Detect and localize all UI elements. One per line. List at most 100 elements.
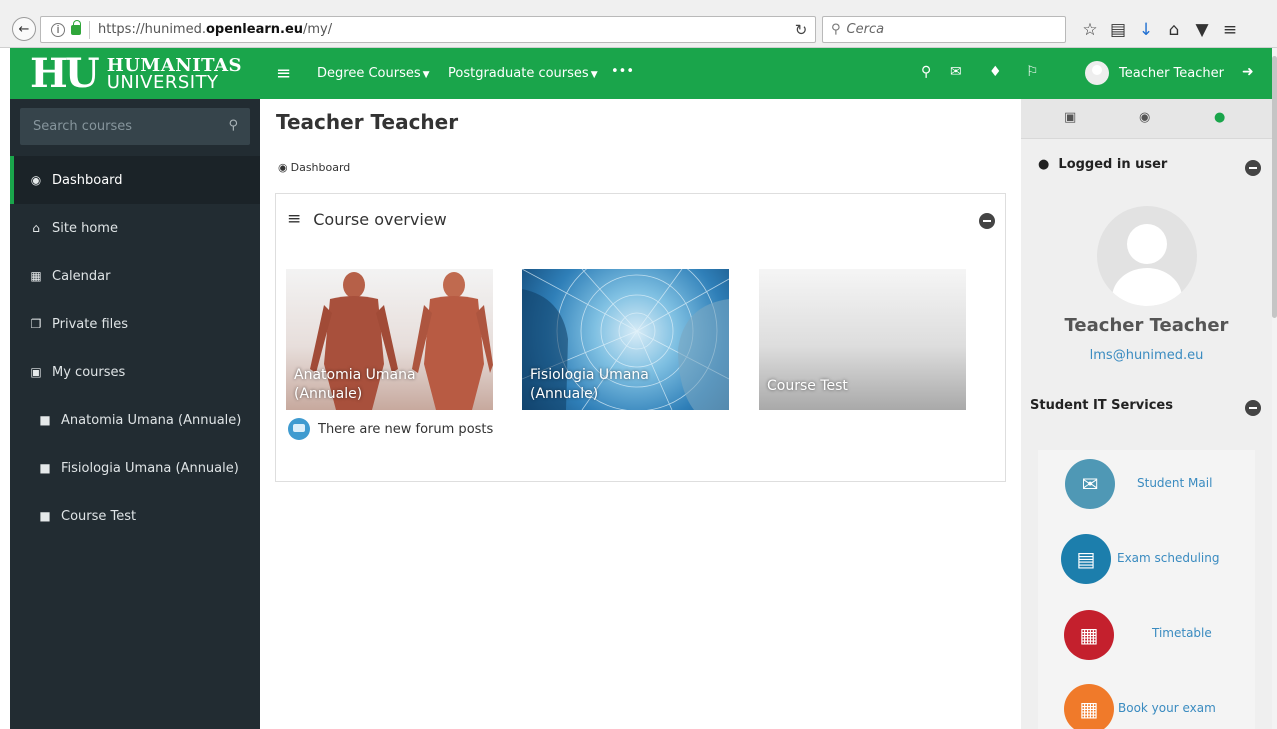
- browser-icons: ☆ ▤ ↓ ⌂ ▼ ≡: [1076, 16, 1244, 43]
- collapse-block-icon[interactable]: [1245, 400, 1261, 416]
- nav-postgraduate-label: Postgraduate courses: [448, 66, 589, 81]
- logo-text: HUMANITAS UNIVERSITY: [106, 57, 242, 93]
- collapse-block-icon[interactable]: [1245, 160, 1261, 176]
- mail-icon[interactable]: ✉: [950, 64, 962, 80]
- course-card-course-test[interactable]: Course Test: [759, 269, 966, 410]
- avatar-head: [1127, 224, 1167, 264]
- book-your-exam-link[interactable]: Book your exam: [1118, 701, 1216, 715]
- back-arrow-icon: ←: [18, 21, 30, 37]
- flag-icon[interactable]: ⚐: [1026, 64, 1039, 80]
- nav-degree-courses-label: Degree Courses: [317, 66, 421, 81]
- sidebar-item-label: Dashboard: [52, 172, 123, 188]
- avatar-body: [1112, 268, 1182, 306]
- caret-down-icon: ▼: [422, 70, 430, 80]
- exam-scheduling-link[interactable]: Exam scheduling: [1117, 551, 1220, 565]
- url-domain: openlearn.eu: [205, 22, 304, 37]
- page-scrollbar[interactable]: [1272, 48, 1277, 729]
- course-card-label: Fisiologia Umana (Annuale): [530, 366, 649, 404]
- right-block-region: ▣ ◉ ● ● Logged in user Teacher Teacher l…: [1021, 99, 1272, 729]
- back-button[interactable]: ←: [12, 17, 36, 41]
- sidebar-item-label: My courses: [52, 364, 126, 380]
- sidebar-item-anatomia[interactable]: ■ Anatomia Umana (Annuale): [10, 396, 260, 444]
- student-mail-link[interactable]: Student Mail: [1137, 476, 1212, 490]
- book-icon[interactable]: ▣: [1064, 110, 1076, 125]
- files-icon: ❐: [30, 317, 42, 331]
- document-icon[interactable]: ▤: [1061, 534, 1111, 584]
- sidebar-item-label: Anatomia Umana (Annuale): [61, 412, 242, 428]
- reload-icon: ↻: [794, 20, 808, 39]
- collapse-block-icon[interactable]: [979, 213, 995, 229]
- sidebar-item-course-test[interactable]: ■ Course Test: [10, 492, 260, 540]
- course-overview-title: Course overview: [313, 209, 447, 229]
- sidebar-item-fisiologia[interactable]: ■ Fisiologia Umana (Annuale): [10, 444, 260, 492]
- sidebar-item-private-files[interactable]: ❐ Private files: [10, 300, 260, 348]
- menu-icon[interactable]: ≡: [287, 209, 301, 229]
- bell-icon[interactable]: ♦: [989, 64, 1002, 80]
- url-prefix: https://hunimed.: [98, 22, 206, 37]
- reload-button[interactable]: ↻: [786, 16, 816, 43]
- sidebar-item-dashboard[interactable]: ◉ Dashboard: [10, 156, 260, 204]
- site-navbar: HU HUMANITAS UNIVERSITY ≡ Degree Courses…: [10, 48, 1272, 99]
- nav-more[interactable]: •••: [611, 64, 634, 79]
- user-full-name: Teacher Teacher: [1064, 315, 1229, 336]
- page-title: Teacher Teacher: [276, 110, 459, 134]
- dashboard-icon: ◉: [278, 161, 288, 174]
- sidebar-item-label: Fisiologia Umana (Annuale): [61, 460, 239, 476]
- sidebar-item-calendar[interactable]: ▦ Calendar: [10, 252, 260, 300]
- download-icon[interactable]: ↓: [1132, 20, 1160, 40]
- it-services-panel: ✉ Student Mail ▤ Exam scheduling ▦ Timet…: [1038, 450, 1255, 729]
- course-card-line2: (Annuale): [530, 386, 599, 402]
- browser-search-placeholder: Cerca: [846, 22, 885, 37]
- sidebar-item-site-home[interactable]: ⌂ Site home: [10, 204, 260, 252]
- course-card-anatomia[interactable]: Anatomia Umana (Annuale): [286, 269, 493, 410]
- user-menu-name[interactable]: Teacher Teacher: [1119, 66, 1224, 81]
- breadcrumb: ◉ Dashboard: [278, 161, 350, 174]
- scrollbar-thumb[interactable]: [1272, 56, 1277, 318]
- sidebar-item-label: Private files: [52, 316, 129, 332]
- course-card-label: Course Test: [767, 377, 848, 396]
- home-browser-icon[interactable]: ⌂: [1160, 20, 1188, 40]
- course-overview-block: ≡ Course overview Anatomia Umana (Annuale…: [275, 193, 1006, 482]
- breadcrumb-dashboard[interactable]: Dashboard: [291, 161, 351, 174]
- search-icon[interactable]: ⚲: [921, 64, 931, 80]
- comments-icon[interactable]: ◉: [1139, 110, 1150, 125]
- nav-degree-courses[interactable]: Degree Courses ▼: [317, 66, 430, 81]
- arrow-right-icon[interactable]: ➜: [1242, 64, 1254, 80]
- caret-down-icon: ▼: [590, 70, 598, 80]
- sidebar-item-label: Course Test: [61, 508, 137, 524]
- course-card-fisiologia[interactable]: Fisiologia Umana (Annuale): [522, 269, 729, 410]
- sidebar-item-label: Site home: [52, 220, 118, 236]
- course-card-line1: Fisiologia Umana: [530, 367, 649, 383]
- clipboard-icon[interactable]: ▦: [1064, 684, 1114, 729]
- pocket-icon[interactable]: ▼: [1188, 20, 1216, 40]
- sidebar-item-my-courses[interactable]: ▣ My courses: [10, 348, 260, 396]
- user-email[interactable]: lms@hunimed.eu: [1021, 348, 1272, 363]
- search-courses-input[interactable]: Search courses ⚲: [20, 108, 250, 145]
- mail-icon[interactable]: ✉: [1065, 459, 1115, 509]
- user-avatar-small[interactable]: [1085, 61, 1109, 85]
- info-icon[interactable]: i: [51, 22, 65, 37]
- sidebar-item-label: Calendar: [52, 268, 111, 284]
- browser-search-input[interactable]: ⚲ Cerca: [822, 16, 1066, 43]
- search-icon[interactable]: ⚲: [228, 118, 238, 133]
- university-logo[interactable]: HU HUMANITAS UNIVERSITY: [30, 54, 252, 94]
- calendar-icon[interactable]: ▦: [1064, 610, 1114, 660]
- browser-menu-icon[interactable]: ≡: [1216, 20, 1244, 40]
- timetable-link[interactable]: Timetable: [1152, 626, 1212, 640]
- student-it-services-title: Student IT Services: [1030, 398, 1173, 413]
- course-card-line1: Anatomia Umana: [294, 367, 416, 383]
- logged-in-user-title: ● Logged in user: [1038, 157, 1168, 172]
- calendar-icon: ▦: [30, 269, 42, 283]
- logo-line2: UNIVERSITY: [106, 72, 219, 93]
- url-path: /my/: [303, 22, 333, 37]
- hamburger-icon[interactable]: ≡: [276, 63, 291, 84]
- bookmark-star-icon[interactable]: ☆: [1076, 20, 1104, 40]
- address-bar[interactable]: i https://hunimed.openlearn.eu/my/: [40, 16, 816, 43]
- lock-icon: [71, 19, 81, 35]
- nav-postgraduate-courses[interactable]: Postgraduate courses ▼: [448, 66, 598, 81]
- logo-mark: HU: [30, 50, 100, 97]
- pin-icon[interactable]: ●: [1214, 110, 1225, 125]
- left-sidebar: Search courses ⚲ ◉ Dashboard ⌂ Site home…: [10, 99, 260, 729]
- forum-notice[interactable]: There are new forum posts: [288, 418, 493, 440]
- reading-list-icon[interactable]: ▤: [1104, 20, 1132, 40]
